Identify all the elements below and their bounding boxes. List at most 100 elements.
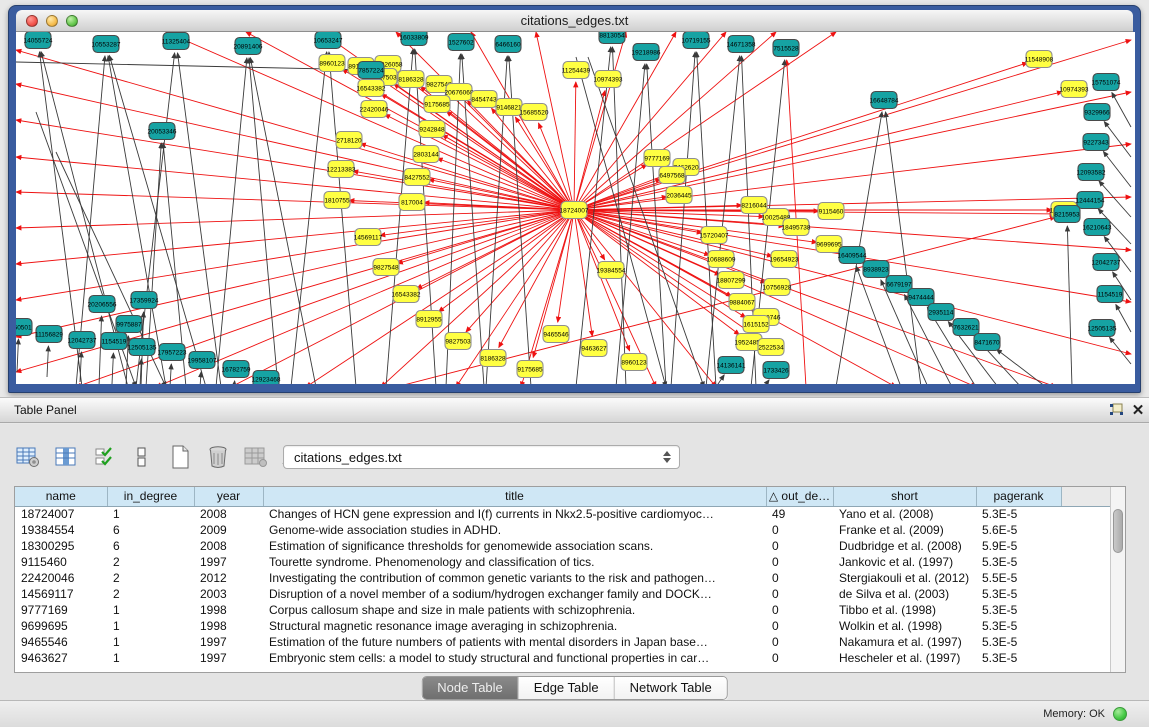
column-header-pagerank[interactable]: pagerank <box>976 487 1061 506</box>
graph-node[interactable]: 9242848 <box>419 121 445 138</box>
graph-node[interactable]: 9699695 <box>816 236 842 253</box>
table-cell[interactable]: 9115460 <box>15 554 107 570</box>
table-cell[interactable]: 2008 <box>194 506 263 522</box>
graph-node[interactable]: 10553287 <box>92 36 121 53</box>
graph-node[interactable]: 12444154 <box>1076 192 1105 209</box>
table-cell[interactable]: Changes of HCN gene expression and I(f) … <box>263 506 766 522</box>
graph-node[interactable]: 16648784 <box>870 92 899 109</box>
graph-node[interactable]: 18724007 <box>560 202 589 219</box>
table-cell[interactable]: 1997 <box>194 650 263 666</box>
graph-node[interactable]: 1733426 <box>763 362 789 379</box>
graph-node[interactable]: 9463627 <box>581 340 607 357</box>
table-cell[interactable]: 5.3E-5 <box>976 650 1061 666</box>
tab-edge-table[interactable]: Edge Table <box>519 677 615 699</box>
delete-columns-button[interactable] <box>204 443 232 471</box>
table-cell[interactable]: 5.3E-5 <box>976 586 1061 602</box>
table-cell[interactable]: 5.9E-5 <box>976 538 1061 554</box>
graph-node[interactable]: 6497568 <box>659 167 685 184</box>
select-rows-button[interactable] <box>90 443 118 471</box>
table-cell[interactable]: 1 <box>107 650 194 666</box>
table-cell[interactable]: 9777169 <box>15 602 107 618</box>
table-cell[interactable]: 19384554 <box>15 522 107 538</box>
table-cell[interactable]: 18300295 <box>15 538 107 554</box>
table-cell[interactable]: Stergiakouli et al. (2012) <box>833 570 976 586</box>
graph-node[interactable]: 8938923 <box>863 261 889 278</box>
graph-node[interactable]: 2803144 <box>413 146 439 163</box>
table-cell[interactable]: 1997 <box>194 554 263 570</box>
table-cell[interactable]: 6 <box>107 522 194 538</box>
graph-node[interactable]: 22420046 <box>360 101 389 118</box>
table-cell[interactable]: Structural magnetic resonance image aver… <box>263 618 766 634</box>
graph-node[interactable]: 2036445 <box>666 187 692 204</box>
graph-node[interactable]: 8427552 <box>404 169 430 186</box>
table-cell[interactable]: 5.3E-5 <box>976 554 1061 570</box>
table-cell[interactable]: de Silva et al. (2003) <box>833 586 976 602</box>
table-cell[interactable]: Estimation of significance thresholds fo… <box>263 538 766 554</box>
table-cell[interactable]: 2 <box>107 586 194 602</box>
column-header-short[interactable]: short <box>833 487 976 506</box>
memory-status-icon[interactable] <box>1113 707 1127 721</box>
graph-node[interactable]: 12505135 <box>1088 320 1117 337</box>
table-row[interactable]: 977716911998Corpus callosum shape and si… <box>15 602 1110 618</box>
table-cell[interactable]: Investigating the contribution of common… <box>263 570 766 586</box>
graph-node[interactable]: 10688609 <box>707 251 736 268</box>
table-cell[interactable]: 49 <box>766 506 833 522</box>
table-cell[interactable]: 2009 <box>194 522 263 538</box>
table-cell[interactable]: 1997 <box>194 634 263 650</box>
table-scrollbar[interactable] <box>1110 487 1125 672</box>
table-cell[interactable]: 2012 <box>194 570 263 586</box>
table-cell[interactable]: 2 <box>107 554 194 570</box>
table-cell[interactable]: 22420046 <box>15 570 107 586</box>
table-cell[interactable]: Dudbridge et al. (2008) <box>833 538 976 554</box>
graph-node[interactable]: 9465546 <box>543 326 569 343</box>
graph-node[interactable]: 7515528 <box>773 40 799 57</box>
delete-table-button[interactable] <box>242 443 270 471</box>
table-cell[interactable]: 0 <box>766 570 833 586</box>
graph-node[interactable]: 11254439 <box>562 62 591 79</box>
graph-node[interactable]: 2522534 <box>758 339 784 356</box>
table-cell[interactable]: 0 <box>766 650 833 666</box>
graph-node[interactable]: 20891406 <box>234 38 263 55</box>
table-cell[interactable]: Estimation of the future numbers of pati… <box>263 634 766 650</box>
graph-node[interactable]: 9146821 <box>496 99 522 116</box>
graph-node[interactable]: 2718120 <box>336 132 362 149</box>
graph-node[interactable]: 10974393 <box>594 71 623 88</box>
table-cell[interactable]: Jankovic et al. (1997) <box>833 554 976 570</box>
table-cell[interactable]: Embryonic stem cells: a model to study s… <box>263 650 766 666</box>
table-cell[interactable]: Hescheler et al. (1997) <box>833 650 976 666</box>
graph-node[interactable]: 8186328 <box>398 71 424 88</box>
graph-node[interactable]: 1810755 <box>324 192 350 209</box>
table-cell[interactable]: 5.3E-5 <box>976 618 1061 634</box>
graph-node[interactable]: 1527602 <box>448 34 474 51</box>
float-panel-button[interactable] <box>1105 401 1127 419</box>
graph-node[interactable]: 19654923 <box>770 251 799 268</box>
graph-node[interactable]: 9175685 <box>517 361 543 378</box>
graph-node[interactable]: 16543382 <box>392 286 421 303</box>
table-cell[interactable]: 14569117 <box>15 586 107 602</box>
tab-node-table[interactable]: Node Table <box>422 677 519 699</box>
table-cell[interactable]: Genome-wide association studies in ADHD. <box>263 522 766 538</box>
graph-node[interactable]: 2935114 <box>928 304 954 321</box>
graph-node[interactable]: 18807299 <box>717 272 746 289</box>
table-cell[interactable]: Wolkin et al. (1998) <box>833 618 976 634</box>
graph-node[interactable]: 12093582 <box>1077 164 1106 181</box>
table-cell[interactable]: 0 <box>766 522 833 538</box>
graph-node[interactable]: 8813054 <box>599 32 625 44</box>
table-selector-dropdown[interactable]: citations_edges.txt <box>283 445 680 469</box>
graph-node[interactable]: 8960123 <box>319 55 345 72</box>
table-cell[interactable]: 1998 <box>194 618 263 634</box>
graph-node[interactable]: 14569117 <box>354 229 383 246</box>
column-header-title[interactable]: title <box>263 487 766 506</box>
graph-node[interactable]: 9827503 <box>445 333 471 350</box>
graph-node[interactable]: 14671358 <box>727 36 756 53</box>
graph-node[interactable]: 10756928 <box>763 279 792 296</box>
table-row[interactable]: 911546021997Tourette syndrome. Phenomeno… <box>15 554 1110 570</box>
table-cell[interactable]: Corpus callosum shape and size in male p… <box>263 602 766 618</box>
table-cell[interactable]: 5.3E-5 <box>976 602 1061 618</box>
graph-node[interactable]: 6466160 <box>495 36 521 53</box>
graph-node[interactable]: 15685520 <box>520 104 549 121</box>
table-cell[interactable]: 1998 <box>194 602 263 618</box>
graph-node[interactable]: 11156829 <box>35 326 63 343</box>
graph-node[interactable]: 17359924 <box>130 292 159 309</box>
graph-node[interactable]: 16543382 <box>357 80 386 97</box>
